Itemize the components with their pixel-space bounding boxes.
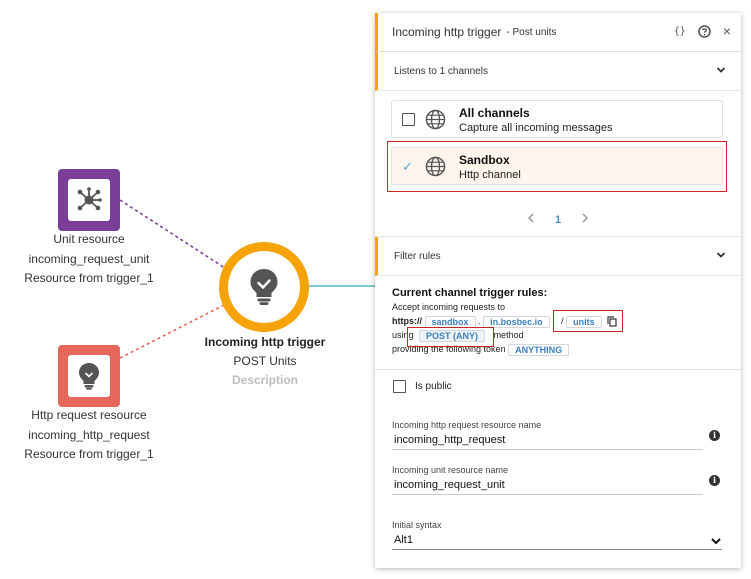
trigger-caption: Incoming http trigger POST Units Descrip… [195, 333, 335, 390]
channel-name: All channels [459, 106, 530, 120]
info-icon[interactable]: i [709, 475, 720, 486]
rules-heading: Current channel trigger rules: [392, 287, 548, 299]
trigger-title: Incoming http trigger [204, 335, 326, 349]
http-resource-name: incoming_http_request [28, 427, 150, 442]
chevron-down-icon [711, 538, 721, 545]
chevron-left-icon[interactable] [527, 213, 535, 226]
unit-resource-caption: Unit resource incoming_request_unit Reso… [14, 230, 164, 289]
info-icon[interactable]: i [709, 430, 720, 441]
incoming-http-trigger-node[interactable] [219, 242, 309, 332]
unit-resource-name-field[interactable]: Incoming unit resource name incoming_req… [392, 465, 720, 495]
hub-network-icon [77, 187, 102, 211]
method-highlight-box [407, 327, 494, 347]
chevron-right-icon[interactable] [581, 213, 589, 226]
pagination: 1 [375, 203, 741, 237]
url-dot: . [478, 316, 481, 326]
url-scheme: https:// [392, 316, 422, 326]
filter-section-title: Filter rules [394, 250, 441, 262]
globe-icon [425, 109, 446, 130]
check-icon[interactable]: ✓ [402, 159, 413, 175]
http-resource-node[interactable] [58, 345, 120, 407]
field-label: Incoming http request resource name [392, 420, 542, 430]
path-highlight-box [553, 310, 623, 332]
token-chip[interactable]: ANYTHING [508, 343, 570, 356]
panel-title: Incoming http trigger [392, 25, 502, 39]
lightbulb-check-icon [250, 269, 278, 305]
chevron-down-icon [716, 252, 726, 258]
json-braces-icon[interactable]: {} [674, 25, 686, 42]
trigger-properties-panel: Incoming http trigger - Post units {} × … [375, 13, 741, 568]
pagination-current-page[interactable]: 1 [555, 214, 561, 226]
globe-icon [425, 156, 446, 177]
http-resource-caption: Http request resource incoming_http_requ… [14, 406, 164, 465]
channel-item-sandbox[interactable]: ✓ Sandbox Http channel [391, 147, 723, 185]
unit-resource-type: Unit resource [53, 232, 125, 246]
channel-name: Sandbox [459, 153, 510, 167]
channels-section-title: Listens to 1 channels [394, 65, 488, 77]
subdomain-chip[interactable]: sandbox [424, 315, 476, 328]
close-icon[interactable]: × [723, 24, 731, 42]
filter-section-header[interactable]: Filter rules [375, 237, 741, 276]
unit-resource-source: Resource from trigger_1 [24, 271, 154, 285]
domain-chip: in.bosbec.io [483, 315, 550, 328]
help-icon[interactable] [698, 25, 711, 42]
chevron-down-icon [716, 67, 726, 73]
initial-syntax-select[interactable]: Alt1 [392, 532, 722, 550]
is-public-checkbox[interactable] [393, 380, 406, 393]
is-public-label: Is public [415, 381, 452, 392]
unit-resource-node[interactable] [58, 169, 120, 231]
http-resource-type: Http request resource [31, 408, 147, 422]
channel-checkbox[interactable] [402, 113, 415, 126]
http-resource-name-field[interactable]: Incoming http request resource name inco… [392, 420, 720, 450]
panel-header: Incoming http trigger - Post units {} × [375, 13, 741, 52]
lightbulb-icon [79, 363, 99, 390]
channel-description: Capture all incoming messages [459, 122, 613, 134]
channel-description: Http channel [459, 169, 521, 181]
trigger-description[interactable]: Description [195, 371, 335, 390]
field-label: Initial syntax [392, 520, 442, 530]
trigger-subtitle: POST Units [233, 354, 297, 368]
channels-section-header[interactable]: Listens to 1 channels [375, 52, 741, 91]
rules-method-text: method [493, 330, 524, 340]
unit-resource-name-input[interactable]: incoming_request_unit [392, 477, 703, 495]
http-resource-name-input[interactable]: incoming_http_request [392, 432, 703, 450]
channel-item-all[interactable]: All channels Capture all incoming messag… [391, 100, 723, 138]
panel-subtitle: - Post units [506, 26, 557, 38]
initial-syntax-value: Alt1 [394, 534, 413, 546]
initial-syntax-field[interactable]: Initial syntax Alt1 [392, 520, 722, 550]
http-resource-source: Resource from trigger_1 [24, 447, 154, 461]
divider [375, 369, 741, 370]
field-label: Incoming unit resource name [392, 465, 509, 475]
unit-resource-name: incoming_request_unit [28, 251, 150, 266]
